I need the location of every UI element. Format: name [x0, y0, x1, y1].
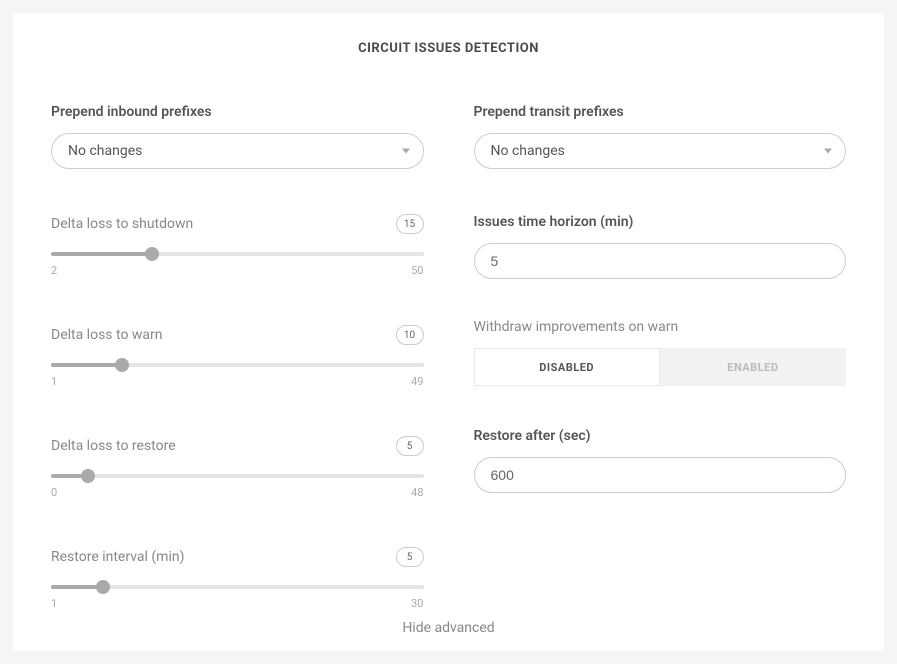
slider-min: 2: [51, 264, 57, 277]
slider-thumb[interactable]: [115, 358, 129, 372]
delta-loss-warn-value: 10: [396, 325, 424, 345]
slider-thumb[interactable]: [145, 247, 159, 261]
delta-loss-shutdown-label: Delta loss to shutdown: [51, 216, 193, 232]
delta-loss-warn-slider[interactable]: [51, 363, 424, 367]
slider-max: 50: [411, 264, 423, 277]
inbound-prefixes-value: No changes: [68, 143, 142, 159]
slider-min: 0: [51, 486, 57, 499]
delta-loss-restore-block: Delta loss to restore 5 0 48: [51, 436, 424, 499]
delta-loss-warn-block: Delta loss to warn 10 1 49: [51, 325, 424, 388]
inbound-prefixes-select[interactable]: No changes: [51, 133, 424, 169]
issues-time-horizon-label: Issues time horizon (min): [474, 214, 847, 230]
restore-interval-value: 5: [396, 547, 424, 567]
content-columns: Prepend inbound prefixes No changes Delt…: [51, 104, 846, 610]
slider-max: 30: [411, 597, 423, 610]
withdraw-improvements-toggle: DISABLED ENABLED: [474, 348, 847, 386]
delta-loss-shutdown-slider[interactable]: [51, 252, 424, 256]
withdraw-enabled-button[interactable]: ENABLED: [660, 348, 846, 386]
withdraw-improvements-label: Withdraw improvements on warn: [474, 319, 847, 335]
transit-prefixes-label: Prepend transit prefixes: [474, 104, 847, 120]
transit-prefixes-select[interactable]: No changes: [474, 133, 847, 169]
panel-title: CIRCUIT ISSUES DETECTION: [51, 41, 846, 56]
slider-min: 1: [51, 375, 57, 388]
withdraw-disabled-button[interactable]: DISABLED: [474, 348, 660, 386]
slider-min: 1: [51, 597, 57, 610]
transit-prefixes-value: No changes: [491, 143, 565, 159]
slider-max: 49: [411, 375, 423, 388]
inbound-prefixes-label: Prepend inbound prefixes: [51, 104, 424, 120]
issues-time-horizon-input[interactable]: [474, 243, 847, 279]
slider-max: 48: [411, 486, 423, 499]
delta-loss-restore-slider[interactable]: [51, 474, 424, 478]
delta-loss-restore-label: Delta loss to restore: [51, 438, 176, 454]
right-column: Prepend transit prefixes No changes Issu…: [474, 104, 847, 610]
delta-loss-warn-label: Delta loss to warn: [51, 327, 163, 343]
delta-loss-restore-value: 5: [396, 436, 424, 456]
circuit-issues-panel: CIRCUIT ISSUES DETECTION Prepend inbound…: [13, 13, 884, 651]
restore-interval-label: Restore interval (min): [51, 549, 184, 565]
restore-after-label: Restore after (sec): [474, 428, 847, 444]
delta-loss-shutdown-value: 15: [396, 214, 424, 234]
slider-thumb[interactable]: [81, 469, 95, 483]
restore-interval-block: Restore interval (min) 5 1 30: [51, 547, 424, 610]
restore-interval-slider[interactable]: [51, 585, 424, 589]
left-column: Prepend inbound prefixes No changes Delt…: [51, 104, 424, 610]
slider-thumb[interactable]: [96, 580, 110, 594]
restore-after-input[interactable]: [474, 457, 847, 493]
delta-loss-shutdown-block: Delta loss to shutdown 15 2 50: [51, 214, 424, 277]
hide-advanced-link[interactable]: Hide advanced: [51, 620, 846, 636]
